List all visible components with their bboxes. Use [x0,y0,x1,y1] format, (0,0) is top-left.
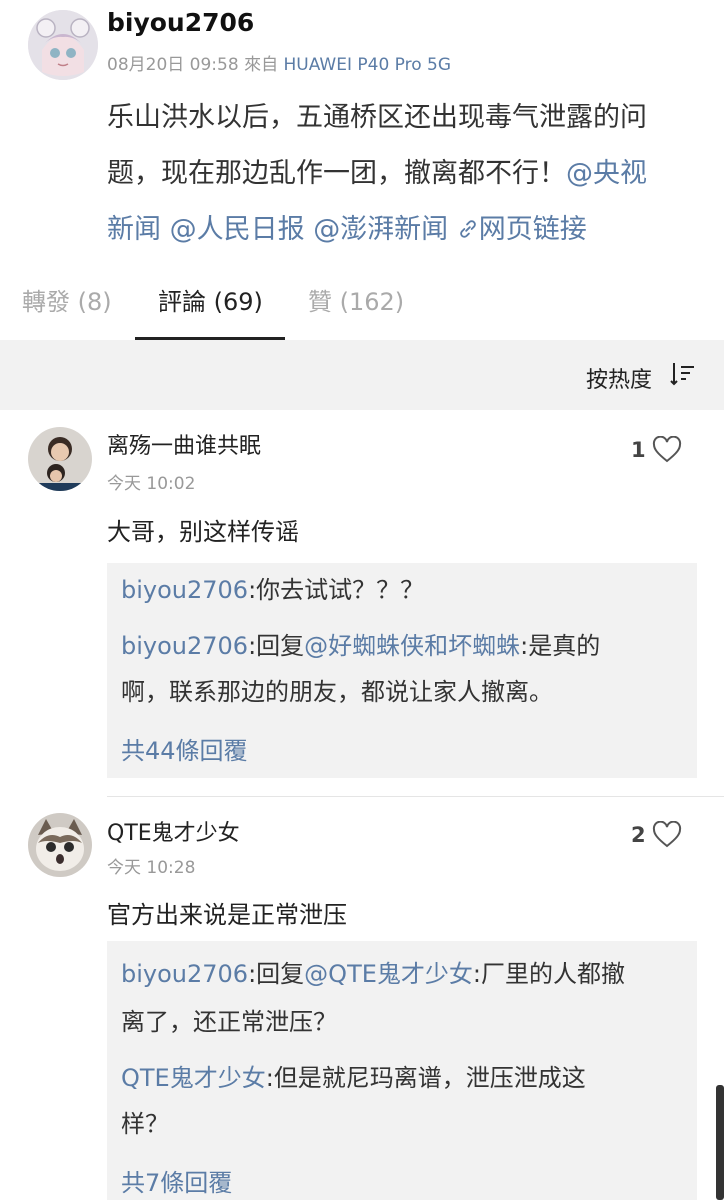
tab-reposts[interactable]: 轉發 (8) [22,282,112,317]
reply-item-continuation: 离了，还正常泄压？ [121,1008,337,1036]
mention-link[interactable]: 新闻 [107,214,161,245]
reply-box: biyou2706:你去试试？？？ biyou2706:回复@好蜘蛛侠和坏蜘蛛:… [107,563,697,778]
post-author-avatar[interactable] [28,10,98,80]
reply-user[interactable]: biyou2706 [121,632,248,660]
post-body-line: 题，现在那边乱作一团，撤离都不行！@央视 [107,158,647,189]
reply-item: biyou2706:你去试试？？？ [121,576,425,604]
reply-mention[interactable]: @好蜘蛛侠和坏蜘蛛 [304,632,520,660]
post-source-prefix: 來自 [244,55,279,75]
post-meta: 08月20日 09:58 來自 HUAWEI P40 Pro 5G [107,50,451,75]
comment-text: 大哥，别这样传谣 [107,518,299,546]
scrollbar[interactable] [716,1085,724,1200]
reply-item: biyou2706:回复@QTE鬼才少女:厂里的人都撤 [121,960,625,988]
comment-time: 今天 10:28 [107,858,196,878]
view-more-replies[interactable]: 共44條回覆 [121,731,248,766]
tab-likes[interactable]: 贊 (162) [308,282,404,317]
post-username[interactable]: biyou2706 [107,8,254,37]
view-more-replies[interactable]: 共7條回覆 [121,1163,232,1198]
sort-label[interactable]: 按热度 [586,362,652,394]
mention-link[interactable]: @央视 [566,158,647,189]
comment-avatar[interactable] [28,427,92,491]
mention-link[interactable]: @澎湃新闻 [313,214,448,245]
reply-item-continuation: 啊，联系那边的朋友，都说让家人撤离。 [121,678,553,706]
comment-time: 今天 10:02 [107,474,196,494]
reply-mention[interactable]: @QTE鬼才少女 [304,960,473,988]
reply-item: biyou2706:回复@好蜘蛛侠和坏蜘蛛:是真的 [121,632,601,660]
like-count: 2 [631,823,646,847]
heart-icon[interactable] [652,821,682,849]
reply-item: QTE鬼才少女:但是就尼玛离谱，泄压泄成这 [121,1064,586,1092]
link-icon [459,220,476,238]
comment-author[interactable]: QTE鬼才少女 [107,815,240,847]
sort-bar: 按热度 [0,340,724,410]
reply-box: biyou2706:回复@QTE鬼才少女:厂里的人都撤 离了，还正常泄压？ QT… [107,941,697,1200]
divider [107,796,724,797]
post-body: 乐山洪水以后，五通桥区还出现毒气泄露的问 题，现在那边乱作一团，撤离都不行！@央… [107,90,707,258]
like-count: 1 [631,438,646,462]
reply-user[interactable]: biyou2706 [121,576,248,604]
comment-text: 官方出来说是正常泄压 [107,901,347,929]
comment-author[interactable]: 离殇一曲谁共眠 [107,428,261,460]
post-timestamp: 08月20日 09:58 [107,55,239,75]
mention-link[interactable]: @人民日报 [170,214,305,245]
tab-comments[interactable]: 評論 (69) [158,282,263,317]
heart-icon[interactable] [652,436,682,464]
web-link[interactable]: 网页链接 [457,214,587,245]
post-body-line: 乐山洪水以后，五通桥区还出现毒气泄露的问 [107,102,647,133]
reply-item-continuation: 样？ [121,1110,169,1138]
comment-avatar[interactable] [28,813,92,877]
post-body-line: 新闻 @人民日报 @澎湃新闻 网页链接 [107,202,707,258]
reply-user[interactable]: biyou2706 [121,960,248,988]
reply-user[interactable]: QTE鬼才少女 [121,1064,266,1092]
post-device[interactable]: HUAWEI P40 Pro 5G [283,55,451,75]
tab-bar: 轉發 (8) 評論 (69) 贊 (162) [0,262,724,340]
sort-icon[interactable] [668,360,696,388]
